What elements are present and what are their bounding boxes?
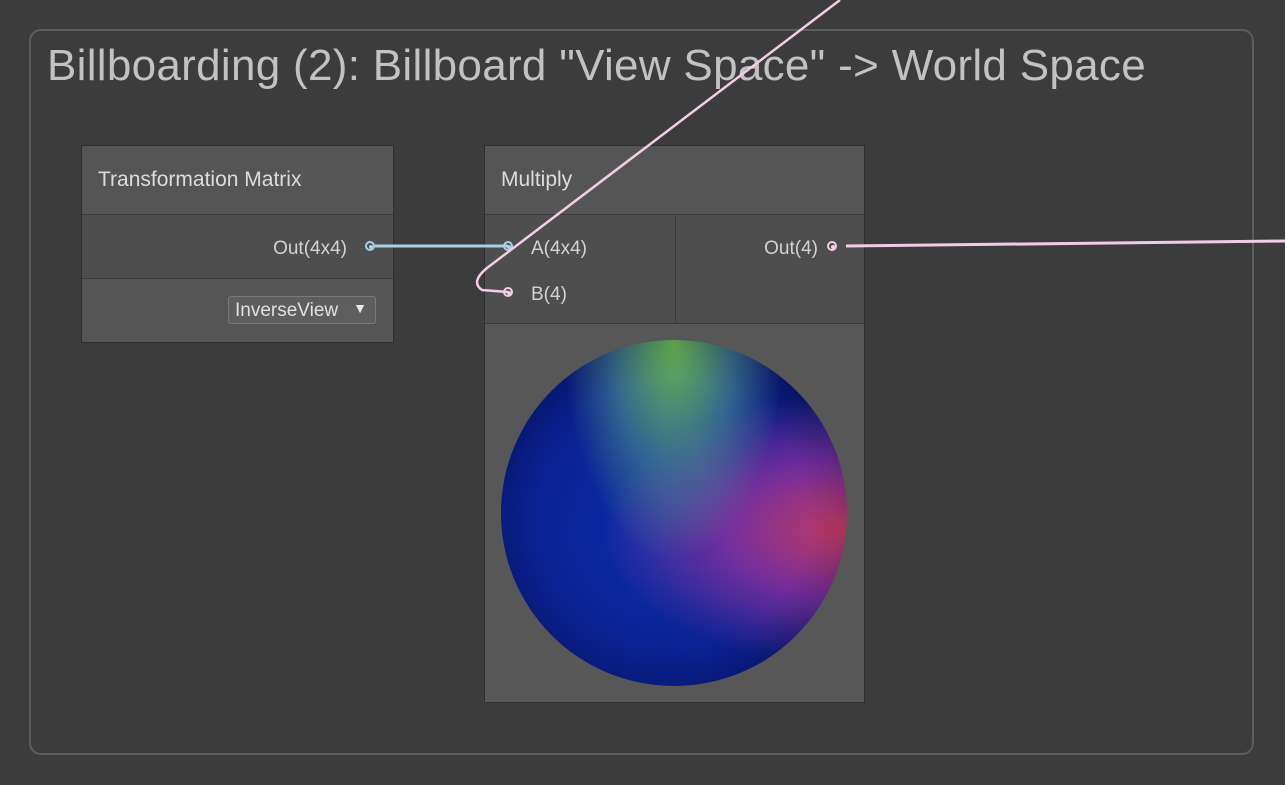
vector-wire-input-b[interactable]	[475, 0, 841, 294]
connection-wires	[375, 0, 1285, 294]
vector-wire-output[interactable]	[845, 239, 1285, 248]
graph-canvas[interactable]: Billboarding (2): Billboard "View Space"…	[0, 0, 1285, 785]
